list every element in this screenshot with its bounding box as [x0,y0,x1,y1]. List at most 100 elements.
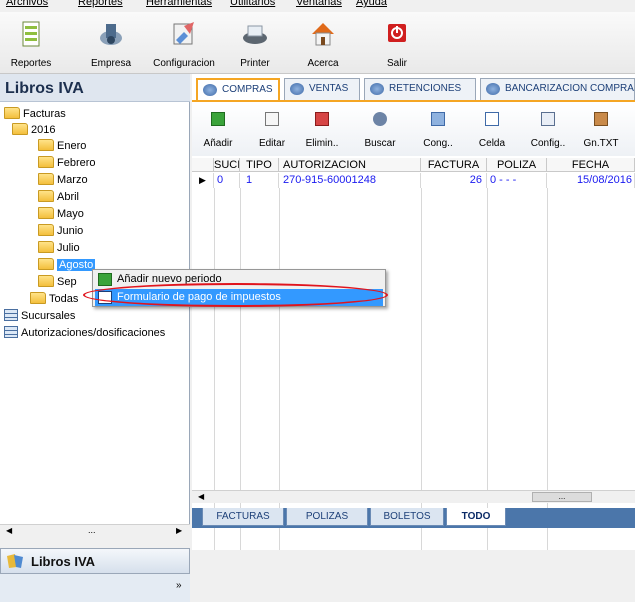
cell-icon [485,112,499,126]
configuracion-button[interactable]: Configuracion [144,12,224,74]
gen-txt-button[interactable]: Gn.TXT [576,104,626,156]
power-icon [388,24,406,42]
tree-node-agosto[interactable]: Agosto [38,257,96,273]
scroll-left-arrow-icon[interactable]: ◀ [6,526,12,535]
tree-node-autorizaciones[interactable]: Autorizaciones/dosificaciones [4,325,165,341]
empresa-label: Empresa [90,58,131,69]
menu-reportes[interactable]: Reportes [78,0,123,8]
column-header[interactable]: POLIZA [487,158,547,172]
folder-icon [38,156,54,168]
scroll-right-arrow-icon[interactable]: ▶ [176,526,182,535]
tab-ventas[interactable]: VENTAS [284,78,360,100]
row-indicator-header [192,158,214,172]
folder-icon [38,275,54,287]
tree-node-febrero[interactable]: Febrero [38,155,96,171]
panel-footer[interactable]: Libros IVA [0,548,190,574]
folder-icon [12,123,28,135]
folder-icon [38,224,54,236]
editar-button[interactable]: Editar [250,104,294,156]
table-cell[interactable]: 26 [421,173,487,188]
folder-icon [38,190,54,202]
menu-ayuda[interactable]: Ayuda [356,0,387,8]
scroll-thumb-grip[interactable]: ... [88,525,96,535]
tree-node-sucursales[interactable]: Sucursales [4,308,75,324]
table-cell[interactable]: 15/08/2016 [547,173,635,188]
menu-herramientas[interactable]: Herramientas [146,0,212,8]
search-icon [373,112,387,126]
tab-retenciones[interactable]: RETENCIONES [364,78,476,100]
reportes-button[interactable]: Reportes [4,12,58,74]
column-header[interactable]: TIPO [240,158,279,172]
printer-icon [243,25,267,44]
tab-facturas[interactable]: FACTURAS [202,508,284,526]
eliminar-button[interactable]: Elimin.. [300,104,344,156]
folder-icon [38,207,54,219]
anadir-button[interactable]: Añadir [196,104,240,156]
horizontal-scrollbar[interactable]: ◀ ... ▶ [0,524,190,537]
row-pointer-icon: ▶ [192,173,214,188]
folder-icon [38,139,54,151]
acerca-button[interactable]: Acerca [296,12,350,74]
menu-utilitarios[interactable]: Utilitarios [230,0,275,8]
add-icon [211,112,225,126]
footer-label: Libros IVA [31,554,96,569]
acerca-label: Acerca [307,58,339,69]
scroll-left-arrow-icon[interactable]: ◀ [198,492,204,501]
edit-icon [265,112,279,126]
tree-node-enero[interactable]: Enero [38,138,86,154]
tab-bancarizacion-compras[interactable]: BANCARIZACION COMPRAS [480,78,635,100]
congelar-button[interactable]: Cong.. [416,104,460,156]
folder-icon [38,173,54,185]
tab-boletos[interactable]: BOLETOS [370,508,444,526]
tree-node-septiembre[interactable]: Sep [38,274,77,290]
tree-node-todas[interactable]: Todas [30,291,78,307]
freeze-icon [431,112,445,126]
building-icon [100,24,122,45]
scroll-thumb[interactable]: ... [532,492,592,502]
config-button[interactable]: Config.. [526,104,570,156]
tree-node-2016[interactable]: 2016 [12,122,55,138]
column-header[interactable]: FECHA [547,158,635,172]
delete-icon [315,112,329,126]
expand-chevron-icon[interactable]: » [176,580,182,591]
tree-node-mayo[interactable]: Mayo [38,206,84,222]
grid-icon [4,309,18,321]
folder-icon [30,292,46,304]
tab-todo[interactable]: TODO [446,508,506,526]
table-horizontal-scrollbar[interactable]: ◀ ... [192,490,635,503]
tab-icon [290,83,304,95]
tab-polizas[interactable]: POLIZAS [286,508,368,526]
records-toolbar: Añadir Editar Elimin.. Buscar Cong.. Cel… [192,104,635,156]
column-header[interactable]: SUCI [214,158,240,172]
printer-button[interactable]: Printer [228,12,282,74]
column-header[interactable]: FACTURA [421,158,487,172]
salir-button[interactable]: Salir [370,12,424,74]
table-cell[interactable]: 1 [240,173,279,188]
home-icon [312,23,334,46]
salir-label: Salir [386,58,407,69]
report-icon [22,21,40,47]
tab-icon [486,83,500,95]
buscar-button[interactable]: Buscar [358,104,402,156]
tree-node-facturas[interactable]: Facturas [4,106,66,122]
tree-node-julio[interactable]: Julio [38,240,80,256]
table-cell[interactable]: 0 - - - [487,173,547,188]
table-cell[interactable]: 270-915-60001248 [279,173,421,188]
tree-node-junio[interactable]: Junio [38,223,83,239]
column-header[interactable]: AUTORIZACION [279,158,421,172]
menu-archivos[interactable]: Archivos [6,0,48,8]
tab-icon [203,84,217,96]
tree-node-abril[interactable]: Abril [38,189,79,205]
celda-button[interactable]: Celda [470,104,514,156]
menu-ventanas[interactable]: Ventanas [296,0,342,8]
main-toolbar: Reportes Empresa Configuracion Printer A… [0,12,635,74]
reportes-label: Reportes [10,58,52,69]
empresa-button[interactable]: Empresa [84,12,138,74]
grid-icon [4,326,18,338]
tab-compras[interactable]: COMPRAS [196,78,280,100]
text-file-icon [594,112,608,126]
table-cell[interactable]: 0 [214,173,240,188]
tree-node-marzo[interactable]: Marzo [38,172,88,188]
folder-icon [4,107,20,119]
books-icon [7,554,23,568]
